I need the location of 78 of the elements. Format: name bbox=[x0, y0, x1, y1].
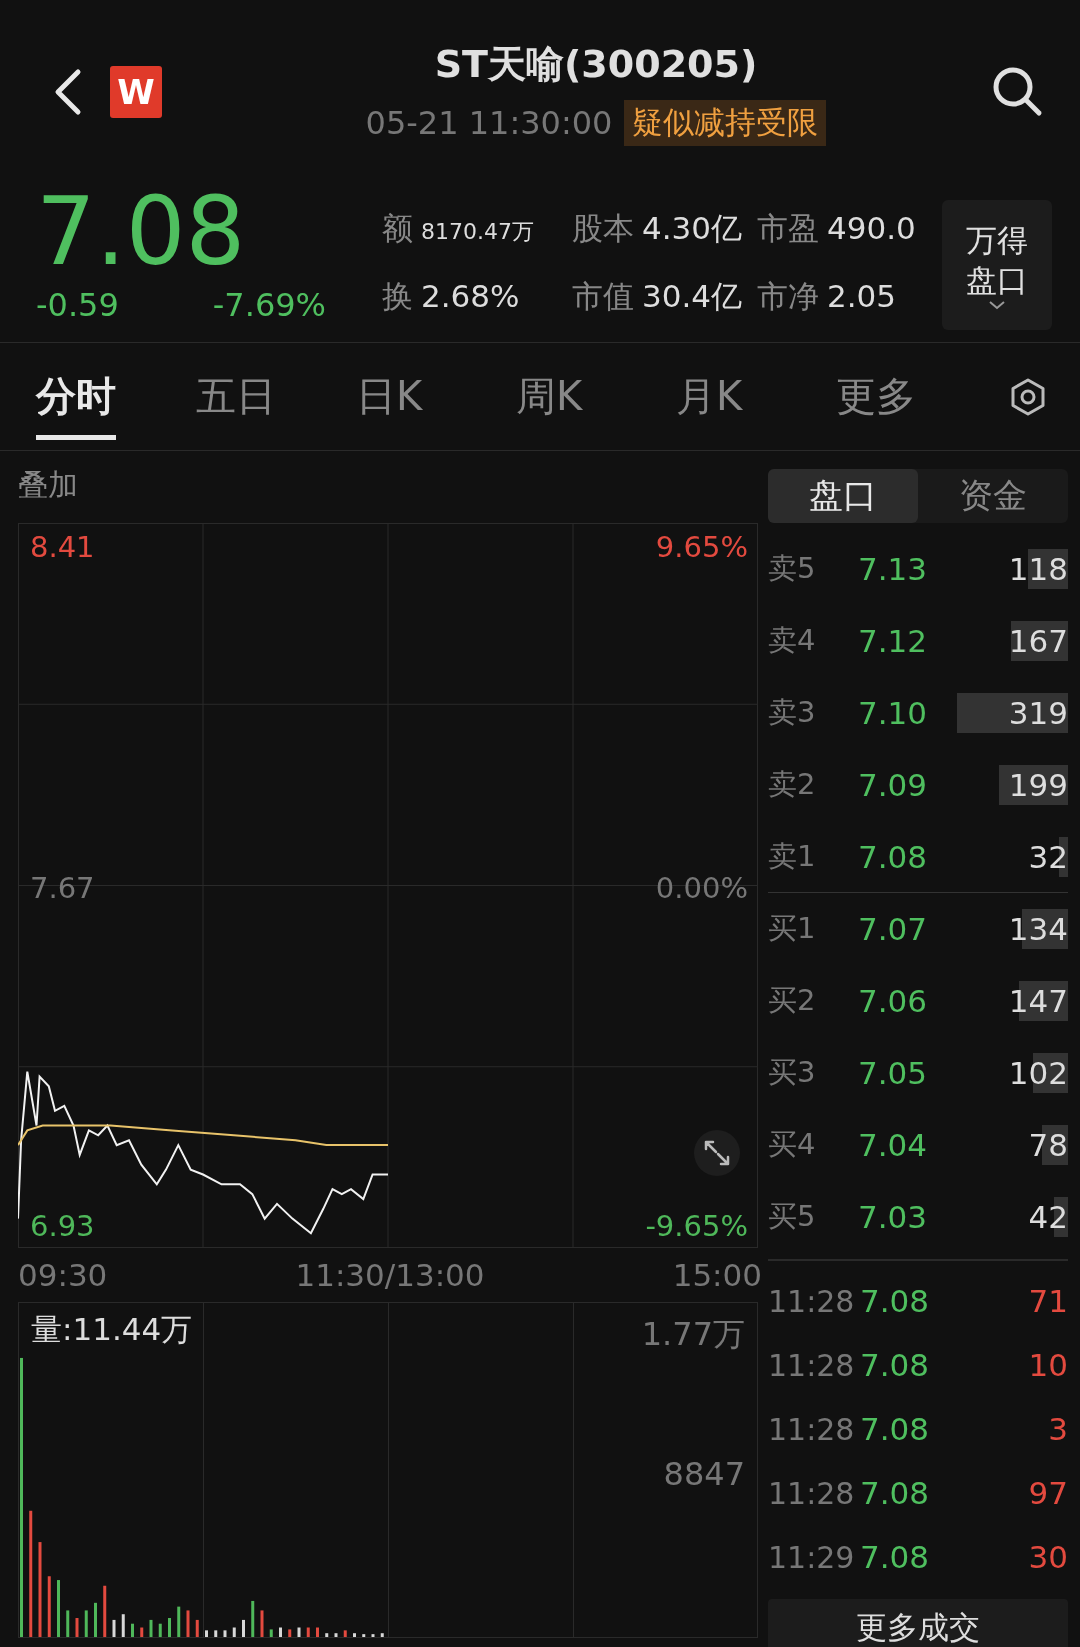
level-label: 买4 bbox=[768, 1126, 817, 1163]
chart-tab[interactable]: 周K bbox=[512, 353, 672, 440]
order-price: 7.05 bbox=[858, 1055, 929, 1091]
level-label: 卖3 bbox=[768, 694, 817, 731]
trade-time: 11:28 bbox=[768, 1411, 856, 1447]
level-label: 卖2 bbox=[768, 766, 817, 803]
level-label: 买5 bbox=[768, 1198, 817, 1235]
stock-title: ST天喻(300205) bbox=[434, 41, 758, 88]
trade-time: 11:28 bbox=[768, 1283, 856, 1319]
panel-tab[interactable]: 资金 bbox=[918, 469, 1068, 523]
trade-price: 7.08 bbox=[860, 1475, 931, 1511]
volume-tick: 8847 bbox=[663, 1455, 745, 1493]
order-price: 7.13 bbox=[858, 551, 929, 587]
level-label: 卖5 bbox=[768, 550, 817, 587]
stat-label: 市值 bbox=[572, 277, 634, 316]
order-price: 7.07 bbox=[858, 911, 929, 947]
chart-tab[interactable]: 五日 bbox=[192, 353, 352, 440]
trade-volume: 30 bbox=[1027, 1539, 1068, 1575]
trade-volume: 3 bbox=[1047, 1411, 1068, 1447]
trade-volume: 97 bbox=[1027, 1475, 1068, 1511]
price-change: -0.59 bbox=[36, 286, 119, 324]
stat-value: 30.4亿 bbox=[642, 277, 743, 316]
panel-tab[interactable]: 盘口 bbox=[768, 469, 918, 523]
order-price: 7.12 bbox=[858, 623, 929, 659]
level-label: 买2 bbox=[768, 982, 817, 1019]
percent-change: -7.69% bbox=[212, 286, 326, 324]
stat-value: 4.30亿 bbox=[642, 209, 743, 248]
warning-tag: 疑似减持受限 bbox=[624, 100, 827, 146]
trade-volume: 71 bbox=[1027, 1283, 1068, 1319]
trade-price: 7.08 bbox=[860, 1347, 931, 1383]
price-tick: 6.93 bbox=[30, 1209, 95, 1243]
overlay-label[interactable]: 叠加 bbox=[18, 451, 762, 523]
stat-label: 市盈 bbox=[757, 209, 819, 248]
last-price: 7.08 bbox=[36, 182, 247, 282]
percent-tick: 9.65% bbox=[655, 530, 748, 564]
trade-price: 7.08 bbox=[860, 1411, 931, 1447]
panel-button[interactable]: 万得盘口 bbox=[942, 200, 1052, 330]
stat-label: 股本 bbox=[572, 209, 634, 248]
percent-tick: 0.00% bbox=[655, 870, 748, 905]
chart-tab[interactable]: 更多 bbox=[832, 353, 992, 440]
trade-price: 7.08 bbox=[860, 1539, 931, 1575]
order-price: 7.03 bbox=[858, 1199, 929, 1235]
order-price: 7.06 bbox=[858, 983, 929, 1019]
more-trades-button[interactable]: 更多成交 bbox=[768, 1599, 1068, 1647]
time-tick: 15:00 bbox=[672, 1257, 762, 1293]
order-price: 7.04 bbox=[858, 1127, 929, 1163]
trade-time: 11:29 bbox=[768, 1539, 856, 1575]
stat-value: 8170.47万 bbox=[421, 218, 534, 246]
level-label: 买3 bbox=[768, 1054, 817, 1091]
stat-label: 额 bbox=[382, 209, 413, 248]
app-logo[interactable]: W bbox=[110, 66, 162, 118]
volume-tick: 1.77万 bbox=[641, 1315, 745, 1353]
stat-label: 市净 bbox=[757, 277, 819, 316]
level-label: 买1 bbox=[768, 910, 817, 947]
chart-tab[interactable]: 月K bbox=[672, 353, 832, 440]
stat-value: 2.68% bbox=[421, 278, 520, 314]
timestamp: 05-21 11:30:00 bbox=[365, 104, 613, 142]
caret-icon bbox=[988, 300, 1006, 310]
trade-time: 11:28 bbox=[768, 1347, 856, 1383]
stat-value: 490.0 bbox=[827, 210, 916, 246]
chart-tab[interactable]: 日K bbox=[352, 353, 512, 440]
stat-label: 换 bbox=[382, 277, 413, 316]
trade-volume: 10 bbox=[1027, 1347, 1068, 1383]
level-label: 卖1 bbox=[768, 838, 817, 875]
price-tick: 8.41 bbox=[30, 530, 95, 564]
level-label: 卖4 bbox=[768, 622, 817, 659]
order-price: 7.10 bbox=[858, 695, 929, 731]
order-price: 7.09 bbox=[858, 767, 929, 803]
volume-total: 量:11.44万 bbox=[31, 1310, 193, 1349]
expand-icon[interactable] bbox=[694, 1130, 740, 1176]
time-tick: 11:30/13:00 bbox=[295, 1257, 485, 1293]
percent-tick: -9.65% bbox=[645, 1209, 748, 1243]
stat-value: 2.05 bbox=[827, 278, 897, 314]
time-tick: 09:30 bbox=[18, 1257, 108, 1293]
trade-price: 7.08 bbox=[860, 1283, 931, 1319]
trade-time: 11:28 bbox=[768, 1475, 856, 1511]
order-price: 7.08 bbox=[858, 839, 929, 875]
price-tick: 7.67 bbox=[30, 870, 95, 905]
